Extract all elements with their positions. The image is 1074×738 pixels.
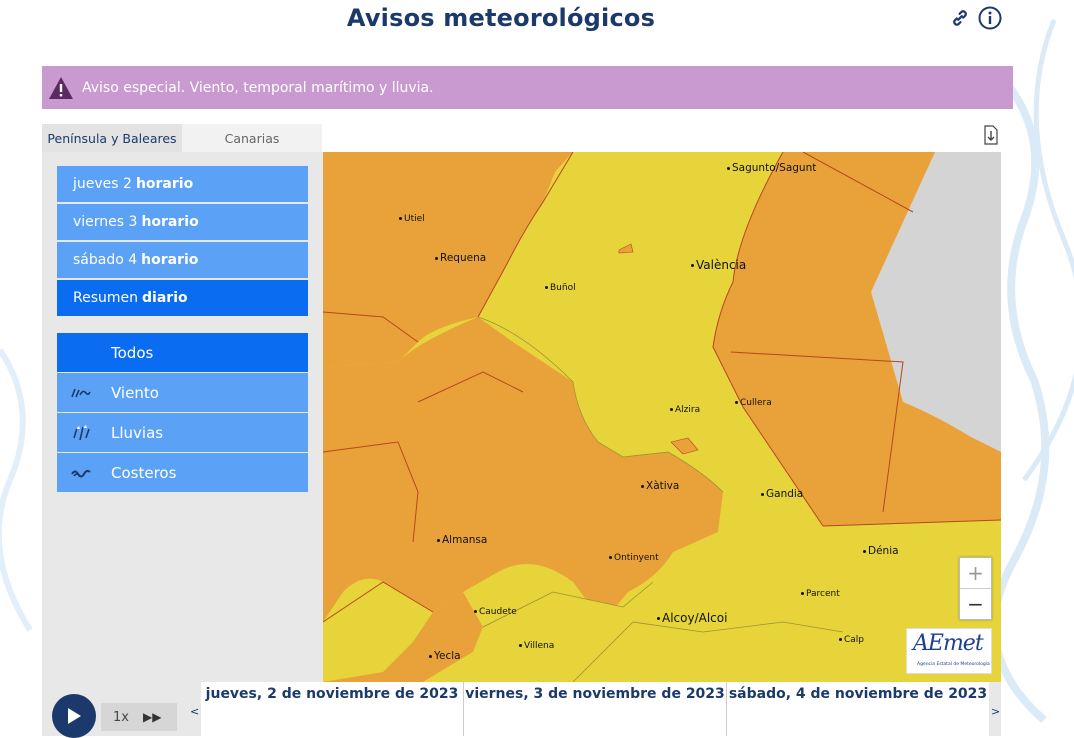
city-gandia: Gandia: [761, 488, 803, 500]
wind-icon: [71, 385, 93, 401]
date-cell-viernes[interactable]: viernes, 3 de noviembre de 2023: [464, 682, 727, 736]
info-icon[interactable]: [978, 6, 1002, 30]
tab-canarias[interactable]: Canarias: [182, 124, 322, 152]
date-strip: jueves, 2 de noviembre de 2023 viernes, …: [201, 682, 989, 736]
speed-label: 1x: [113, 709, 129, 725]
city-alcoy: Alcoy/Alcoi: [657, 611, 727, 625]
speed-control[interactable]: 1x ▶▶: [101, 703, 177, 731]
special-alert-banner[interactable]: Aviso especial. Viento, temporal marítim…: [42, 66, 1013, 109]
play-icon: [68, 708, 81, 724]
aemet-logo-text: AEmet: [913, 631, 984, 656]
zoom-out-button[interactable]: −: [960, 589, 991, 619]
city-requena: Requena: [435, 252, 486, 264]
filter-label: Todos: [111, 343, 154, 362]
filter-todos[interactable]: Todos: [57, 333, 308, 372]
city-sagunto: Sagunto/Sagunt: [727, 162, 816, 174]
filter-label: Lluvias: [111, 423, 164, 442]
city-denia: Dénia: [863, 545, 899, 557]
map-regions: [323, 152, 1001, 682]
tab-peninsula-baleares[interactable]: Península y Baleares: [42, 124, 182, 152]
zoom-control: + −: [959, 557, 992, 620]
day-button-resumen[interactable]: Resumen diario: [57, 280, 308, 316]
city-parcent: Parcent: [801, 589, 840, 599]
date-cell-sabado[interactable]: sábado, 4 de noviembre de 2023: [727, 682, 989, 736]
city-almansa: Almansa: [437, 534, 487, 546]
city-calp: Calp: [839, 635, 864, 645]
waves-icon: [71, 465, 93, 481]
filter-lluvias[interactable]: Lluvias: [57, 413, 308, 452]
aemet-logo[interactable]: AEmet Agencia Estatal de Meteorología: [906, 628, 992, 674]
city-valencia: València: [691, 258, 746, 272]
day-mode: horario: [135, 176, 194, 192]
day-label: Resumen: [73, 290, 139, 306]
day-mode: diario: [142, 290, 188, 306]
rain-icon: [71, 424, 93, 441]
download-icon[interactable]: [983, 125, 999, 145]
filter-viento[interactable]: Viento: [57, 373, 308, 412]
day-mode: horario: [141, 214, 199, 230]
day-label: jueves 2: [73, 176, 132, 192]
city-bunol: Buñol: [545, 283, 576, 293]
city-yecla: Yecla: [429, 650, 461, 662]
fast-forward-icon: ▶▶: [143, 710, 162, 724]
filter-costeros[interactable]: Costeros: [57, 453, 308, 492]
warning-icon: [49, 76, 73, 99]
region-tabs: Península y Baleares Canarias: [42, 124, 323, 152]
city-ontinyent: Ontinyent: [609, 553, 659, 563]
warnings-map[interactable]: Sagunto/Sagunt Utiel Requena València Bu…: [323, 152, 1001, 682]
alert-text: Aviso especial. Viento, temporal marítim…: [82, 79, 434, 96]
city-xativa: Xàtiva: [641, 480, 679, 492]
day-button-jueves[interactable]: jueves 2 horario: [57, 166, 308, 202]
aemet-logo-subtitle: Agencia Estatal de Meteorología: [917, 662, 990, 667]
timeline-prev-arrow[interactable]: <: [190, 705, 199, 718]
link-icon[interactable]: [948, 6, 972, 30]
filter-label: Costeros: [111, 463, 177, 482]
day-button-viernes[interactable]: viernes 3 horario: [57, 204, 308, 240]
day-button-sabado[interactable]: sábado 4 horario: [57, 242, 308, 278]
sidebar: jueves 2 horario viernes 3 horario sábado …: [42, 152, 323, 682]
page-title: Avisos meteorológicos: [346, 4, 656, 32]
city-caudete: Caudete: [474, 607, 517, 617]
day-label: viernes 3: [73, 214, 138, 230]
city-utiel: Utiel: [399, 214, 425, 224]
timeline-next-arrow[interactable]: >: [991, 705, 1000, 718]
city-cullera: Cullera: [735, 398, 772, 408]
city-alzira: Alzira: [670, 405, 700, 415]
day-mode: horario: [141, 252, 199, 268]
background-decoration: [994, 19, 1074, 724]
zoom-in-button[interactable]: +: [960, 558, 991, 589]
play-button[interactable]: [52, 694, 96, 738]
date-cell-jueves[interactable]: jueves, 2 de noviembre de 2023: [201, 682, 464, 736]
background-decoration-left: [0, 348, 33, 632]
day-label: sábado 4: [73, 252, 138, 268]
city-villena: Villena: [519, 641, 554, 651]
filter-label: Viento: [111, 383, 159, 402]
